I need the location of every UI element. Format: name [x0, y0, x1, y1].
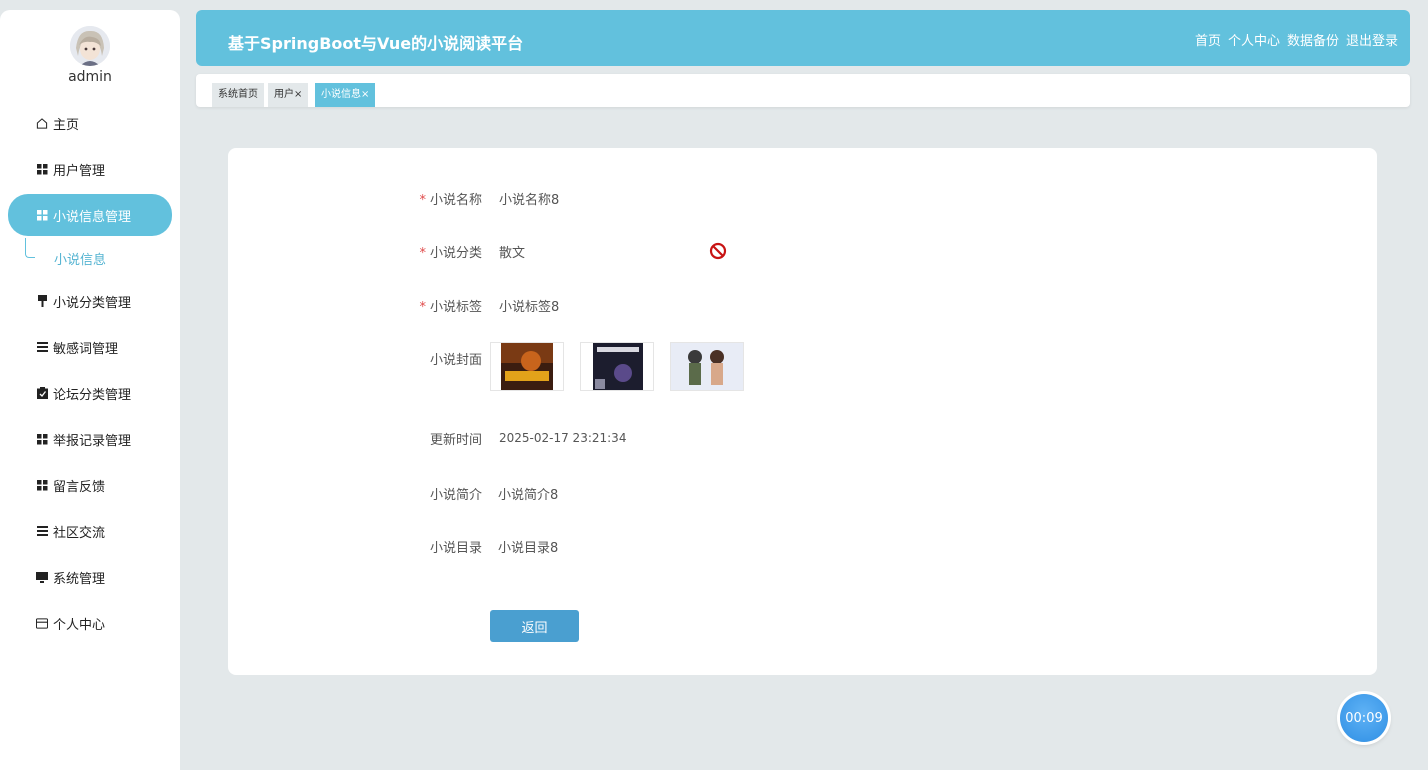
sidebar-item-label: 留言反馈 [53, 479, 106, 495]
field-label: 小说简介 [429, 487, 482, 503]
cover-image[interactable] [670, 342, 744, 391]
sidebar-item-feedback[interactable]: 留言反馈 [0, 462, 180, 508]
sidebar-item-label: 敏感词管理 [53, 341, 119, 357]
field-label: 小说目录 [429, 540, 482, 556]
header-nav: 首页 个人中心 数据备份 退出登录 [1195, 30, 1398, 49]
timer-badge[interactable]: 00:09 [1340, 694, 1388, 742]
grid-icon [36, 479, 48, 491]
sidebar-item-label: 社区交流 [53, 525, 106, 541]
grid-icon [36, 163, 48, 175]
list-icon [36, 525, 48, 537]
cover-images [490, 342, 744, 391]
nav-profile-link[interactable]: 个人中心 [1228, 30, 1280, 49]
monitor-icon [36, 571, 48, 583]
novel-tags-value: 小说标签8 [499, 299, 560, 315]
novel-name-value: 小说名称8 [499, 192, 560, 208]
tags-bar: 系统首页 用户× 小说信息× [196, 74, 1410, 107]
sidebar-item-label: 系统管理 [53, 571, 106, 587]
form-row-tags: * 小说标签 小说标签8 [228, 295, 1377, 315]
sidebar-item-novel-category[interactable]: 小说分类管理 [0, 278, 180, 324]
updated-time-value: 2025-02-17 23:21:34 [499, 431, 627, 445]
tag-novel-info[interactable]: 小说信息× [315, 83, 376, 107]
sidebar-item-reports[interactable]: 举报记录管理 [0, 416, 180, 462]
sidebar-item-label: 主页 [53, 117, 80, 133]
username: admin [68, 69, 112, 85]
field-label: * 小说名称 [419, 192, 482, 208]
sidebar-item-label: 小说分类管理 [53, 295, 132, 311]
detail-card: *小说名称 小说名称8 *小说分类 散文 *小说标签 小说标签8 小说封面 [228, 148, 1377, 675]
sidebar-subitem-label: 小说信息 [54, 252, 107, 268]
cover-image[interactable] [580, 342, 654, 391]
form-row-cover: 小说封面 [228, 348, 1377, 368]
grid-icon [36, 209, 48, 221]
sidebar-menu: 主页 用户管理 小说信息管理 小说信息 小说分类管理 敏感词管理 论坛分类管理 … [0, 100, 180, 646]
home-icon [36, 117, 48, 129]
sidebar-item-forum-category[interactable]: 论坛分类管理 [0, 370, 180, 416]
sidebar-item-label: 用户管理 [53, 163, 106, 179]
sidebar-item-label: 个人中心 [53, 617, 106, 633]
tree-connector [25, 238, 35, 258]
sidebar-item-sensitive-words[interactable]: 敏感词管理 [0, 324, 180, 370]
sidebar-item-users[interactable]: 用户管理 [0, 146, 180, 192]
pin-icon [36, 295, 48, 307]
not-allowed-icon [709, 242, 727, 260]
sidebar-item-system[interactable]: 系统管理 [0, 554, 180, 600]
form-row-category: * 小说分类 散文 [228, 241, 1377, 261]
clipboard-icon [36, 387, 48, 399]
field-label: * 小说标签 [419, 299, 482, 315]
card-icon [36, 617, 48, 629]
field-label: * 小说分类 [419, 245, 482, 261]
sidebar-item-label: 小说信息管理 [53, 209, 132, 225]
form-row-updated: 更新时间 2025-02-17 23:21:34 [228, 428, 1377, 448]
avatar[interactable] [70, 26, 110, 66]
tag-users[interactable]: 用户× [268, 83, 309, 107]
grid-icon [36, 433, 48, 445]
sidebar-item-label: 举报记录管理 [53, 433, 132, 449]
top-header: 基于SpringBoot与Vue的小说阅读平台 首页 个人中心 数据备份 退出登… [196, 10, 1410, 66]
nav-backup-link[interactable]: 数据备份 [1287, 30, 1339, 49]
tag-system-home[interactable]: 系统首页 [212, 83, 264, 107]
novel-category-value: 散文 [499, 245, 526, 261]
field-label: 小说封面 [429, 352, 482, 368]
sidebar-subitem-novel-info[interactable]: 小说信息 [0, 238, 180, 278]
sidebar-item-label: 论坛分类管理 [53, 387, 132, 403]
sidebar-item-profile[interactable]: 个人中心 [0, 600, 180, 646]
sidebar-item-home[interactable]: 主页 [0, 100, 180, 146]
sidebar-item-community[interactable]: 社区交流 [0, 508, 180, 554]
nav-logout-link[interactable]: 退出登录 [1346, 30, 1398, 49]
sidebar-item-novel-info[interactable]: 小说信息管理 [8, 194, 172, 236]
form-row-toc: 小说目录 小说目录8 [228, 536, 1377, 556]
novel-intro-value: 小说简介8 [498, 487, 559, 503]
field-label: 更新时间 [429, 432, 482, 448]
cover-image[interactable] [490, 342, 564, 391]
list-icon [36, 341, 48, 353]
app-title: 基于SpringBoot与Vue的小说阅读平台 [228, 34, 524, 53]
sidebar: admin 主页 用户管理 小说信息管理 小说信息 小说分类管理 敏感词管理 论… [0, 10, 180, 770]
form-row-name: * 小说名称 小说名称8 [228, 188, 1377, 208]
back-button[interactable]: 返回 [490, 610, 579, 642]
novel-toc-value: 小说目录8 [498, 540, 559, 556]
nav-home-link[interactable]: 首页 [1195, 30, 1221, 49]
form-row-intro: 小说简介 小说简介8 [228, 483, 1377, 503]
